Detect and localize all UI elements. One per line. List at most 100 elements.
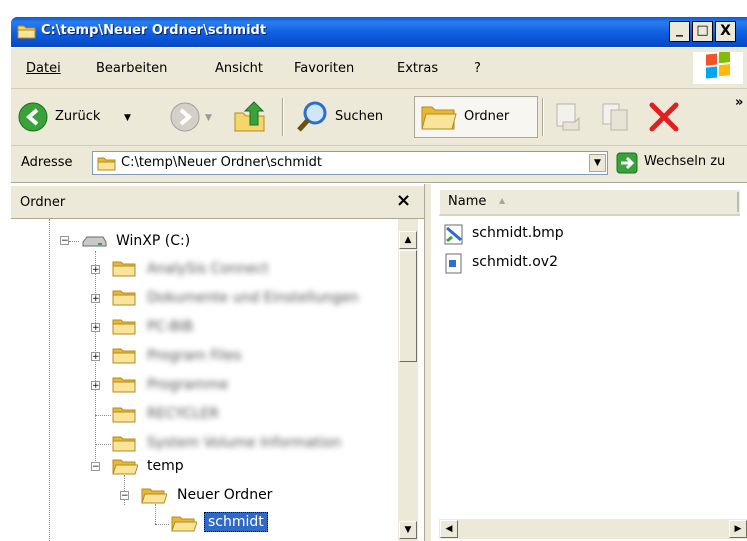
folder-icon bbox=[112, 407, 136, 423]
scroll-left-button[interactable]: ◀ bbox=[440, 520, 458, 538]
folder-open-icon bbox=[171, 516, 197, 532]
tree-item-blurred[interactable]: Program Files bbox=[147, 348, 241, 364]
title-bar: C:\temp\Neuer Ordner\schmidt _ □ X bbox=[11, 17, 747, 47]
expand-toggle[interactable]: + bbox=[91, 265, 100, 275]
expand-toggle[interactable]: + bbox=[91, 323, 100, 333]
search-button[interactable]: Suchen bbox=[291, 98, 411, 136]
chevron-up-icon: ▲ bbox=[404, 235, 412, 245]
minimize-button[interactable]: _ bbox=[669, 21, 690, 42]
tree-line bbox=[49, 219, 50, 541]
file-name: schmidt.ov2 bbox=[472, 254, 558, 270]
back-label: Zurück bbox=[55, 109, 101, 124]
folders-icon bbox=[421, 106, 457, 130]
sort-ascending-icon: ▲ bbox=[499, 196, 506, 205]
column-header-name[interactable]: Name ▲ bbox=[439, 190, 740, 216]
up-folder-icon bbox=[234, 101, 265, 132]
close-button[interactable]: X bbox=[715, 21, 736, 42]
copy-to-button[interactable] bbox=[599, 97, 635, 137]
back-dropdown-icon[interactable]: ▼ bbox=[124, 113, 131, 123]
search-label: Suchen bbox=[335, 109, 384, 124]
search-icon bbox=[297, 101, 327, 132]
scroll-thumb[interactable] bbox=[399, 250, 417, 362]
scroll-up-button[interactable]: ▲ bbox=[399, 231, 417, 249]
delete-button[interactable] bbox=[645, 97, 685, 137]
folder-icon bbox=[112, 319, 136, 335]
delete-x-icon bbox=[649, 102, 679, 132]
address-label: Adresse bbox=[21, 155, 73, 170]
folders-label: Ordner bbox=[464, 109, 510, 124]
tree-item-blurred[interactable]: PC-BIB bbox=[147, 319, 193, 335]
menu-favoriten[interactable]: Favoriten bbox=[294, 61, 354, 76]
address-field[interactable]: C:\temp\Neuer Ordner\schmidt ▼ bbox=[92, 151, 608, 175]
folders-button[interactable]: Ordner bbox=[414, 96, 538, 138]
folder-pane-header: Ordner × bbox=[11, 186, 424, 219]
toolbar-overflow-button[interactable]: » bbox=[735, 95, 743, 110]
maximize-button[interactable]: □ bbox=[692, 21, 713, 42]
window-title: C:\temp\Neuer Ordner\schmidt bbox=[41, 23, 267, 38]
file-list-pane: Name ▲ schmidt.bmp schmidt.ov2 ◀ ▶ bbox=[431, 184, 747, 541]
move-to-button[interactable] bbox=[553, 97, 589, 137]
folder-icon bbox=[141, 488, 167, 504]
toolbar: Zurück ▼ ▼ Suchen Ordner » bbox=[11, 89, 747, 146]
copy-to-icon bbox=[602, 103, 628, 131]
address-value: C:\temp\Neuer Ordner\schmidt bbox=[121, 155, 323, 170]
address-bar: Adresse C:\temp\Neuer Ordner\schmidt ▼ W… bbox=[11, 146, 747, 183]
go-arrow-icon bbox=[616, 152, 638, 174]
close-pane-icon[interactable]: × bbox=[396, 190, 411, 211]
generic-file-icon bbox=[445, 253, 462, 274]
column-name-label: Name bbox=[448, 194, 487, 209]
forward-dropdown-icon[interactable]: ▼ bbox=[205, 113, 212, 123]
up-folder-button[interactable] bbox=[229, 97, 271, 137]
file-row[interactable]: schmidt.ov2 bbox=[443, 252, 643, 274]
tree-item-blurred[interactable]: AnalySis Connect bbox=[147, 261, 269, 277]
collapse-toggle[interactable]: − bbox=[120, 491, 129, 501]
tree-item-blurred[interactable]: Programme bbox=[147, 377, 228, 393]
scroll-right-button[interactable]: ▶ bbox=[729, 520, 747, 538]
folder-icon bbox=[112, 377, 136, 393]
go-label: Wechseln zu bbox=[644, 154, 726, 169]
folder-icon bbox=[112, 459, 138, 475]
chevron-down-icon: ▼ bbox=[404, 525, 412, 535]
collapse-toggle[interactable]: − bbox=[60, 236, 69, 246]
forward-button[interactable]: ▼ bbox=[163, 98, 223, 136]
tree-line bbox=[95, 415, 111, 416]
forward-arrow-icon bbox=[170, 102, 200, 132]
menu-extras[interactable]: Extras bbox=[397, 61, 438, 76]
bitmap-file-icon bbox=[444, 224, 463, 245]
menu-bar: Datei Bearbeiten Ansicht Favoriten Extra… bbox=[11, 48, 747, 89]
menu-ansicht[interactable]: Ansicht bbox=[215, 61, 263, 76]
folder-icon bbox=[112, 261, 136, 277]
menu-datei[interactable]: Datei bbox=[26, 61, 61, 76]
tree-item-temp[interactable]: temp bbox=[147, 458, 184, 474]
list-horizontal-scrollbar[interactable]: ◀ ▶ bbox=[439, 519, 747, 539]
menu-bearbeiten[interactable]: Bearbeiten bbox=[96, 61, 167, 76]
back-arrow-icon bbox=[18, 102, 48, 132]
tree-line bbox=[95, 444, 111, 445]
file-row[interactable]: schmidt.bmp bbox=[443, 223, 643, 245]
column-header-divider[interactable] bbox=[737, 192, 739, 212]
windows-logo-icon bbox=[693, 51, 743, 84]
tree-item-drive[interactable]: WinXP (C:) bbox=[116, 233, 190, 249]
scroll-down-button[interactable]: ▼ bbox=[399, 521, 417, 539]
move-to-icon bbox=[556, 103, 580, 131]
folder-scrollbar[interactable]: ▲ ▼ bbox=[398, 219, 418, 541]
back-button[interactable]: Zurück ▼ bbox=[15, 98, 163, 136]
tree-item-blurred[interactable]: RECYCLER bbox=[147, 406, 219, 422]
expand-toggle[interactable]: + bbox=[91, 352, 100, 362]
address-dropdown-button[interactable]: ▼ bbox=[589, 154, 606, 172]
drive-icon bbox=[82, 236, 107, 247]
chevron-left-icon: ◀ bbox=[445, 524, 453, 534]
tree-item-blurred[interactable]: Dokumente und Einstellungen bbox=[147, 290, 359, 306]
go-button[interactable]: Wechseln zu bbox=[616, 151, 747, 175]
menu-help[interactable]: ? bbox=[474, 61, 481, 76]
folder-icon bbox=[112, 348, 136, 364]
tree-line bbox=[69, 241, 79, 242]
tree-line bbox=[155, 504, 156, 524]
tree-item-schmidt-selected[interactable]: schmidt bbox=[204, 512, 268, 532]
folder-icon bbox=[112, 436, 136, 452]
tree-item-neuer-ordner[interactable]: Neuer Ordner bbox=[177, 487, 272, 503]
expand-toggle[interactable]: + bbox=[91, 294, 100, 304]
expand-toggle[interactable]: + bbox=[91, 381, 100, 391]
tree-item-blurred[interactable]: System Volume Information bbox=[147, 435, 341, 451]
collapse-toggle[interactable]: − bbox=[91, 462, 100, 472]
